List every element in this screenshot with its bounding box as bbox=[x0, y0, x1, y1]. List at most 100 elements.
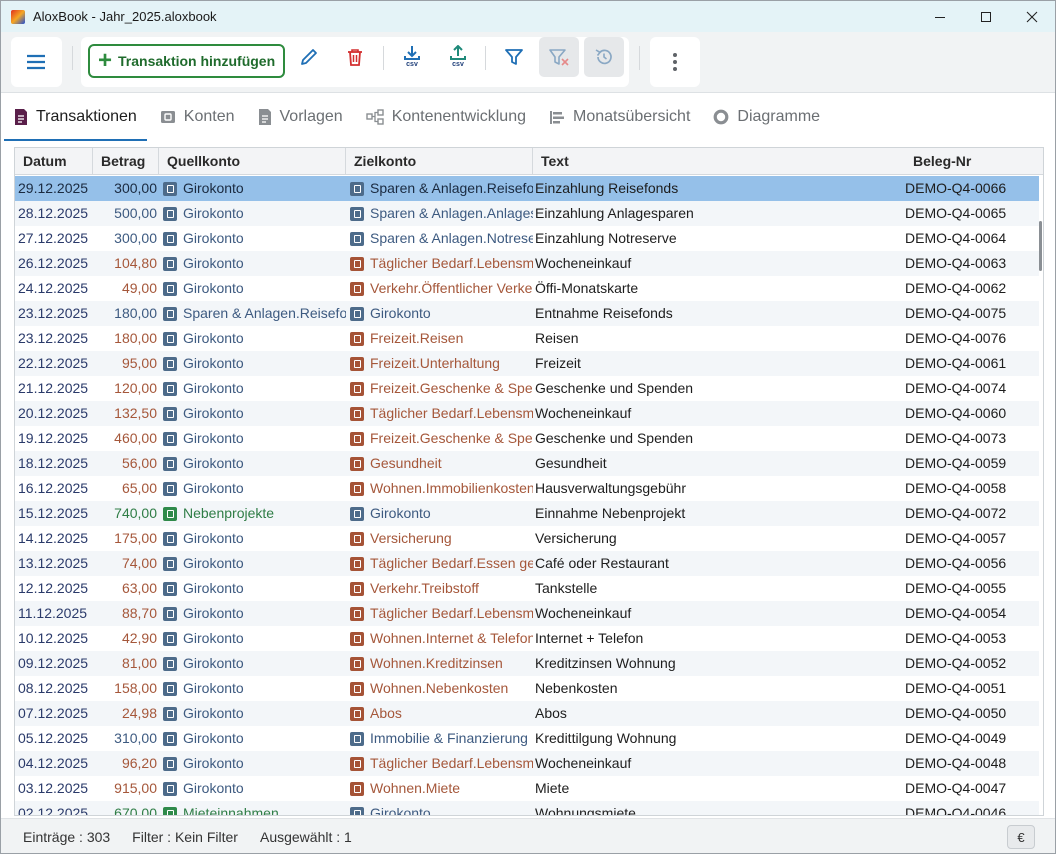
currency-button[interactable]: € bbox=[1007, 825, 1035, 849]
table-row[interactable]: 21.12.2025 120,00 Girokonto Freizeit.Gesche… bbox=[15, 376, 1039, 401]
account-icon bbox=[163, 756, 177, 771]
cell-target-account: Girokonto bbox=[346, 501, 533, 526]
column-header-quellkonto[interactable]: Quellkonto bbox=[159, 148, 346, 175]
source-account-label: Girokonto bbox=[183, 405, 244, 421]
csv-export-button[interactable]: csv bbox=[438, 37, 478, 77]
cell-text: Einnahme Nebenprojekt bbox=[535, 505, 686, 521]
cell-target-account: Freizeit.Geschenke & Spenden bbox=[346, 376, 533, 401]
selected-count: Ausgewählt : 1 bbox=[259, 828, 352, 845]
csv-import-label: csv bbox=[406, 61, 418, 68]
table-row[interactable]: 13.12.2025 74,00 Girokonto Täglicher Bedarf… bbox=[15, 551, 1039, 576]
table-row[interactable]: 05.12.2025 310,00 Girokonto Immobilie & Fin… bbox=[15, 726, 1039, 751]
table-row[interactable]: 26.12.2025 104,80 Girokonto Täglicher Bedar… bbox=[15, 251, 1039, 276]
scrollbar-thumb[interactable] bbox=[1039, 221, 1042, 271]
account-icon bbox=[163, 806, 177, 815]
cell-text: Geschenke und Spenden bbox=[535, 380, 694, 396]
account-icon bbox=[350, 356, 364, 371]
table-row[interactable]: 02.12.2025 670,00 Mieteinnahmen Girokonto Wo… bbox=[15, 801, 1039, 815]
clear-filter-button[interactable] bbox=[539, 37, 579, 77]
cell-target-account: Freizeit.Unterhaltung bbox=[346, 351, 533, 376]
tab-transaktionen[interactable]: Transaktionen bbox=[4, 94, 147, 141]
reset-button[interactable] bbox=[584, 37, 624, 77]
table-row[interactable]: 14.12.2025 175,00 Girokonto Versicherung Ver… bbox=[15, 526, 1039, 551]
tab-monatsuebersicht[interactable]: Monatsübersicht bbox=[539, 94, 700, 140]
status-bar: Einträge : 303 Filter : Kein Filter Ausg… bbox=[1, 818, 1055, 853]
minimize-button[interactable] bbox=[917, 1, 963, 32]
table-row[interactable]: 16.12.2025 65,00 Girokonto Wohnen.Immobilie… bbox=[15, 476, 1039, 501]
cell-target-account: Girokonto bbox=[346, 801, 533, 815]
tab-kontenentwicklung[interactable]: Kontenentwicklung bbox=[356, 94, 536, 140]
table-row[interactable]: 11.12.2025 88,70 Girokonto Täglicher Bedarf… bbox=[15, 601, 1039, 626]
cell-date: 11.12.2025 bbox=[18, 605, 88, 621]
close-button[interactable] bbox=[1009, 1, 1055, 32]
column-header-zielkonto[interactable]: Zielkonto bbox=[346, 148, 533, 175]
table-row[interactable]: 28.12.2025 500,00 Girokonto Sparen & Anlage… bbox=[15, 201, 1039, 226]
edit-button[interactable] bbox=[289, 37, 329, 77]
table-row[interactable]: 27.12.2025 300,00 Girokonto Sparen & Anlage… bbox=[15, 226, 1039, 251]
filter-button[interactable] bbox=[494, 37, 534, 77]
table-row[interactable]: 04.12.2025 96,20 Girokonto Täglicher Bedarf… bbox=[15, 751, 1039, 776]
tab-diagramme[interactable]: Diagramme bbox=[703, 94, 830, 140]
table-row[interactable]: 07.12.2025 24,98 Girokonto Abos Abos DEMO-Q4-… bbox=[15, 701, 1039, 726]
app-logo-icon bbox=[11, 9, 25, 24]
source-account-label: Girokonto bbox=[183, 280, 244, 296]
cell-beleg-nr: DEMO-Q4-0051 bbox=[905, 680, 1007, 696]
tab-vorlagen[interactable]: Vorlagen bbox=[248, 94, 353, 140]
account-icon bbox=[163, 331, 177, 346]
table-row[interactable]: 29.12.2025 300,00 Girokonto Sparen & Anlage… bbox=[15, 176, 1039, 201]
table-row[interactable]: 19.12.2025 460,00 Girokonto Freizeit.Gesche… bbox=[15, 426, 1039, 451]
cell-amount: 915,00 bbox=[114, 780, 157, 796]
cell-amount: 175,00 bbox=[114, 530, 157, 546]
maximize-button[interactable] bbox=[963, 1, 1009, 32]
source-account-label: Girokonto bbox=[183, 630, 244, 646]
pencil-icon bbox=[301, 49, 317, 65]
menu-group bbox=[11, 37, 62, 87]
table-row[interactable]: 22.12.2025 95,00 Girokonto Freizeit.Unterha… bbox=[15, 351, 1039, 376]
table-row[interactable]: 10.12.2025 42,90 Girokonto Wohnen.Internet … bbox=[15, 626, 1039, 651]
account-icon bbox=[163, 181, 177, 196]
table-row[interactable]: 15.12.2025 740,00 Nebenprojekte Girokonto Ei… bbox=[15, 501, 1039, 526]
column-header-datum[interactable]: Datum bbox=[15, 148, 93, 175]
cell-target-account: Täglicher Bedarf.Lebensmittel bbox=[346, 401, 533, 426]
table-row[interactable]: 08.12.2025 158,00 Girokonto Wohnen.Nebenkos… bbox=[15, 676, 1039, 701]
target-account-label: Versicherung bbox=[370, 530, 452, 546]
cell-beleg-nr: DEMO-Q4-0053 bbox=[905, 630, 1007, 646]
add-transaction-button[interactable]: + Transaktion hinzufügen bbox=[88, 44, 285, 78]
table-row[interactable]: 23.12.2025 180,00 Sparen & Anlagen.Reisefo… bbox=[15, 301, 1039, 326]
table-row[interactable]: 18.12.2025 56,00 Girokonto Gesundheit Gesund… bbox=[15, 451, 1039, 476]
cell-beleg-nr: DEMO-Q4-0066 bbox=[905, 180, 1007, 196]
menu-button[interactable] bbox=[16, 42, 56, 82]
table-row[interactable]: 09.12.2025 81,00 Girokonto Wohnen.Kreditzin… bbox=[15, 651, 1039, 676]
column-header-betrag[interactable]: Betrag bbox=[93, 148, 159, 175]
vertical-scrollbar[interactable] bbox=[1039, 176, 1043, 815]
tab-konten[interactable]: Konten bbox=[150, 94, 245, 140]
cell-amount: 500,00 bbox=[114, 205, 157, 221]
more-options-button[interactable] bbox=[655, 42, 695, 82]
table-row[interactable]: 12.12.2025 63,00 Girokonto Verkehr.Treibsto… bbox=[15, 576, 1039, 601]
cell-beleg-nr: DEMO-Q4-0047 bbox=[905, 780, 1007, 796]
cell-date: 22.12.2025 bbox=[18, 355, 89, 371]
cell-beleg-nr: DEMO-Q4-0050 bbox=[905, 705, 1007, 721]
column-header-beleg-nr[interactable]: Beleg-Nr bbox=[905, 148, 1043, 175]
table-row[interactable]: 23.12.2025 180,00 Girokonto Freizeit.Reisen… bbox=[15, 326, 1039, 351]
account-icon bbox=[163, 356, 177, 371]
cell-source-account: Girokonto bbox=[159, 251, 346, 276]
source-account-label: Girokonto bbox=[183, 730, 244, 746]
table-row[interactable]: 24.12.2025 49,00 Girokonto Verkehr.Öffentli… bbox=[15, 276, 1039, 301]
account-icon bbox=[163, 406, 177, 421]
table-row[interactable]: 03.12.2025 915,00 Girokonto Wohnen.Miete Mie… bbox=[15, 776, 1039, 801]
cell-beleg-nr: DEMO-Q4-0065 bbox=[905, 205, 1007, 221]
cell-text: Gesundheit bbox=[535, 455, 607, 471]
cell-text: Hausverwaltungsgebühr bbox=[535, 480, 686, 496]
cell-amount: 74,00 bbox=[121, 555, 157, 571]
delete-button[interactable] bbox=[335, 37, 375, 77]
csv-import-button[interactable]: csv bbox=[392, 37, 432, 77]
cell-date: 09.12.2025 bbox=[18, 655, 89, 671]
cell-amount: 120,00 bbox=[114, 380, 157, 396]
column-header-text[interactable]: Text bbox=[533, 148, 905, 175]
cell-text: Miete bbox=[535, 780, 570, 796]
target-account-label: Täglicher Bedarf.Lebensmittel bbox=[370, 405, 533, 421]
account-icon bbox=[350, 781, 364, 796]
account-icon bbox=[350, 756, 364, 771]
table-row[interactable]: 20.12.2025 132,50 Girokonto Täglicher Bedar… bbox=[15, 401, 1039, 426]
